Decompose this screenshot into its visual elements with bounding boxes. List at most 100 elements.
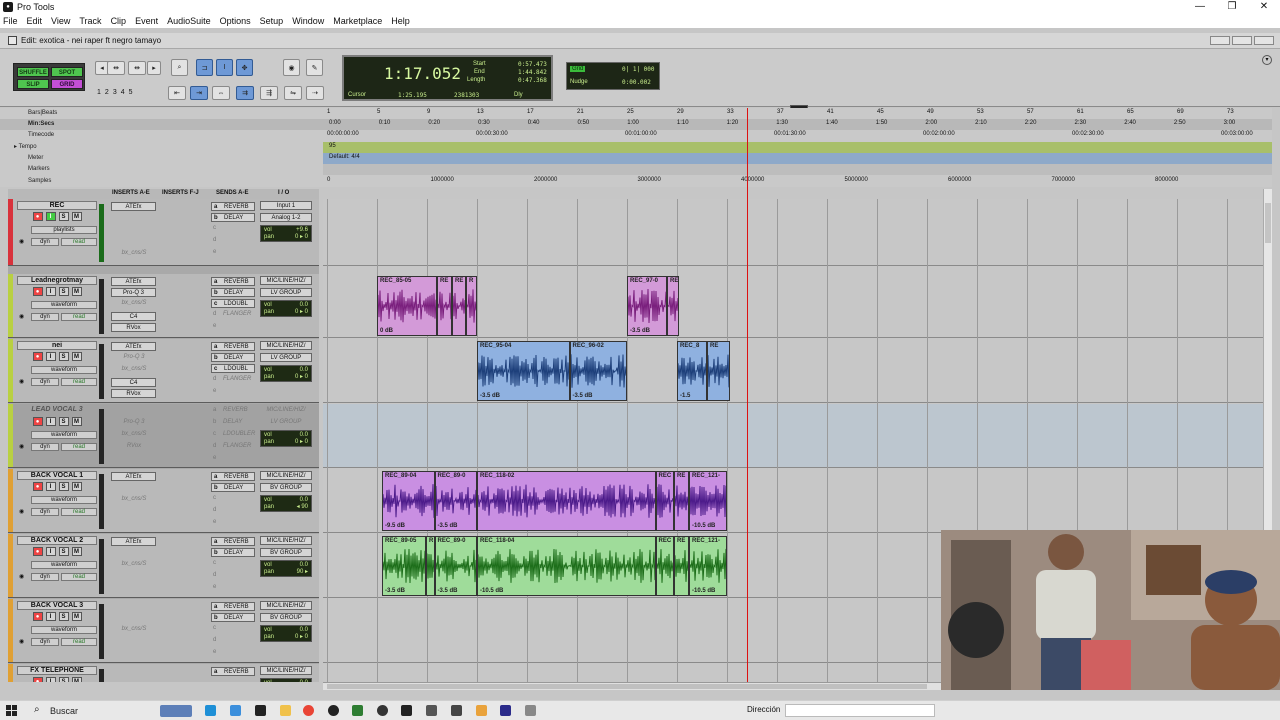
track-color-bar[interactable] xyxy=(8,274,13,337)
dyn-button[interactable]: dyn xyxy=(31,573,59,581)
track-view-selector[interactable]: playlists xyxy=(31,226,97,234)
sends-ae-header[interactable]: SENDS A-E xyxy=(216,190,248,196)
audio-clip[interactable]: RE xyxy=(707,341,730,401)
track-name[interactable]: LEAD VOCAL 3 xyxy=(17,406,97,415)
volume-pan-display[interactable]: vol 0.0pan 0 ▸ 0 xyxy=(260,300,312,317)
media-player-icon[interactable] xyxy=(328,705,339,716)
edit-close-button[interactable] xyxy=(1254,36,1274,45)
insert-slot[interactable]: bx_cns/S xyxy=(109,249,159,261)
pencil-tool-icon[interactable]: ✎ xyxy=(306,59,323,76)
toolbar-menu-icon[interactable]: ▾ xyxy=(1262,55,1272,65)
audio-clip[interactable]: REC_96-02 -3.5 dB xyxy=(569,341,627,401)
send-slot[interactable]: e xyxy=(211,248,255,260)
send-slot[interactable]: e xyxy=(211,454,255,466)
track-header[interactable]: REC ● I S Mplaylists ◉ dyn read ATEfx bx_cns/S a RE… xyxy=(8,199,319,266)
zoom-preset-5[interactable]: 5 xyxy=(129,89,133,96)
length-value[interactable]: 0:47.368 xyxy=(518,77,547,84)
input-selector[interactable]: MIC/LINE/HIZ/ xyxy=(260,601,312,610)
record-enable-button[interactable]: ● xyxy=(32,677,43,682)
menu-edit[interactable]: Edit xyxy=(27,16,43,26)
record-enable-button[interactable]: ● xyxy=(32,287,43,296)
taskbar-app-icon[interactable] xyxy=(476,705,487,716)
record-enable-button[interactable]: ● xyxy=(32,612,43,621)
clip-gain[interactable]: -3.5 dB xyxy=(480,393,500,399)
menu-audiosuite[interactable]: AudioSuite xyxy=(167,16,211,26)
audio-clip[interactable]: REC xyxy=(655,536,674,596)
send-slot[interactable]: b DELAY xyxy=(211,213,255,222)
record-enable-button[interactable]: ● xyxy=(32,212,43,221)
dyn-button[interactable]: dyn xyxy=(31,238,59,246)
send-slot[interactable]: d xyxy=(211,636,255,648)
mute-button[interactable]: M xyxy=(71,212,82,221)
mute-button[interactable]: M xyxy=(71,417,82,426)
grabber-tool-icon[interactable]: ✥ xyxy=(236,59,253,76)
volume-value[interactable]: 0.0 xyxy=(300,367,308,374)
clip-gain[interactable]: -3.5 dB xyxy=(573,393,593,399)
send-slot[interactable]: b DELAY xyxy=(211,613,255,622)
zoom-preset-4[interactable]: 4 xyxy=(121,89,125,96)
track-color-bar[interactable] xyxy=(8,469,13,532)
record-enable-button[interactable]: ● xyxy=(32,417,43,426)
track-color-bar[interactable] xyxy=(8,404,13,467)
insert-slot[interactable] xyxy=(109,601,159,613)
send-slot[interactable]: d xyxy=(211,236,255,248)
record-enable-button[interactable]: ● xyxy=(32,352,43,361)
chrome-icon[interactable] xyxy=(303,705,314,716)
menu-clip[interactable]: Clip xyxy=(111,16,127,26)
bars-beats-ruler[interactable]: Bars|Beats 1 5 9 13 17 21 25 29 33 37 41 45 49 53 57 61… xyxy=(0,108,1272,119)
insert-slot[interactable]: RVox xyxy=(109,442,159,454)
solo-button[interactable]: S xyxy=(58,677,69,682)
close-button[interactable]: ✕ xyxy=(1248,0,1280,14)
meter-value[interactable]: Default: 4/4 xyxy=(329,154,360,160)
automation-mode-selector[interactable]: read xyxy=(61,238,97,246)
output-selector[interactable]: BV GROUP xyxy=(260,613,312,622)
input-selector[interactable]: MIC/LINE/HIZ/ xyxy=(260,276,312,285)
output-selector[interactable]: BV GROUP xyxy=(260,483,312,492)
volume-pan-display[interactable]: vol 0.0pan 0 ▸ 0 xyxy=(260,678,312,682)
keyboard-focus-icon[interactable]: ⇢ xyxy=(306,86,324,100)
send-slot[interactable]: a REVERB xyxy=(211,202,255,211)
send-slot[interactable]: c xyxy=(211,559,255,571)
send-slot[interactable]: a REVERB xyxy=(211,406,255,418)
send-slot[interactable]: a REVERB xyxy=(211,537,255,546)
clip-gain[interactable]: -10.5 dB xyxy=(480,588,503,594)
send-slot[interactable]: a REVERB xyxy=(211,342,255,351)
send-slot[interactable]: d xyxy=(211,506,255,518)
insert-slot[interactable]: ATEfx xyxy=(111,537,156,546)
audio-clip[interactable]: R xyxy=(466,276,477,336)
track-name[interactable]: FX TELEPHONE xyxy=(17,666,97,675)
solo-button[interactable]: S xyxy=(58,482,69,491)
input-monitor-button[interactable]: I xyxy=(45,417,56,426)
clip-gain[interactable]: -10.5 dB xyxy=(692,523,715,529)
tab-to-transient-icon[interactable]: ⇥ xyxy=(190,86,208,100)
insert-slot[interactable] xyxy=(109,649,159,661)
edit-minimize-button[interactable] xyxy=(1210,36,1230,45)
zoom-preset-1[interactable]: 1 xyxy=(97,89,101,96)
insert-slot[interactable]: ATEfx xyxy=(111,342,156,351)
track-header[interactable]: nei ● I S Mwaveform ◉ dyn read ATEfx Pro-Q 3 bx_cn… xyxy=(8,339,319,403)
volume-value[interactable]: 0.0 xyxy=(300,627,308,634)
send-slot[interactable]: e xyxy=(211,648,255,660)
pan-value[interactable]: ◂ 90 xyxy=(297,504,308,511)
input-monitor-button[interactable]: I xyxy=(45,677,56,682)
audio-clip[interactable]: REC_89-0 -3.5 dB xyxy=(434,536,477,596)
send-slot[interactable]: c xyxy=(211,624,255,636)
solo-button[interactable]: S xyxy=(58,547,69,556)
insert-slot[interactable] xyxy=(109,507,159,519)
send-slot[interactable]: a REVERB xyxy=(211,602,255,611)
tempo-ruler[interactable]: ▸ Tempo 95 xyxy=(0,142,1272,153)
track-name[interactable]: REC xyxy=(17,201,97,210)
audio-clip[interactable]: REC_118-02 xyxy=(477,471,656,531)
shuffle-mode-button[interactable]: SHUFFLE xyxy=(17,67,49,77)
input-monitor-button[interactable]: I xyxy=(45,352,56,361)
send-slot[interactable]: c LDOUBLER xyxy=(211,430,255,442)
markers-ruler[interactable]: Markers xyxy=(0,164,1272,175)
send-slot[interactable]: b DELAY xyxy=(211,288,255,297)
meter-ruler[interactable]: Meter Default: 4/4 xyxy=(0,153,1272,164)
track-lane[interactable] xyxy=(323,404,1263,468)
solo-button[interactable]: S xyxy=(58,287,69,296)
track-header[interactable]: BACK VOCAL 1 ● I S Mwaveform ◉ dyn read ATEfx bx_… xyxy=(8,469,319,533)
playhead-cursor[interactable] xyxy=(747,108,748,682)
timecode-ruler[interactable]: Timecode 00:00:00:00 00:00:30:00 00:01:00:… xyxy=(0,130,1272,141)
audio-clip[interactable]: RE xyxy=(667,276,679,336)
